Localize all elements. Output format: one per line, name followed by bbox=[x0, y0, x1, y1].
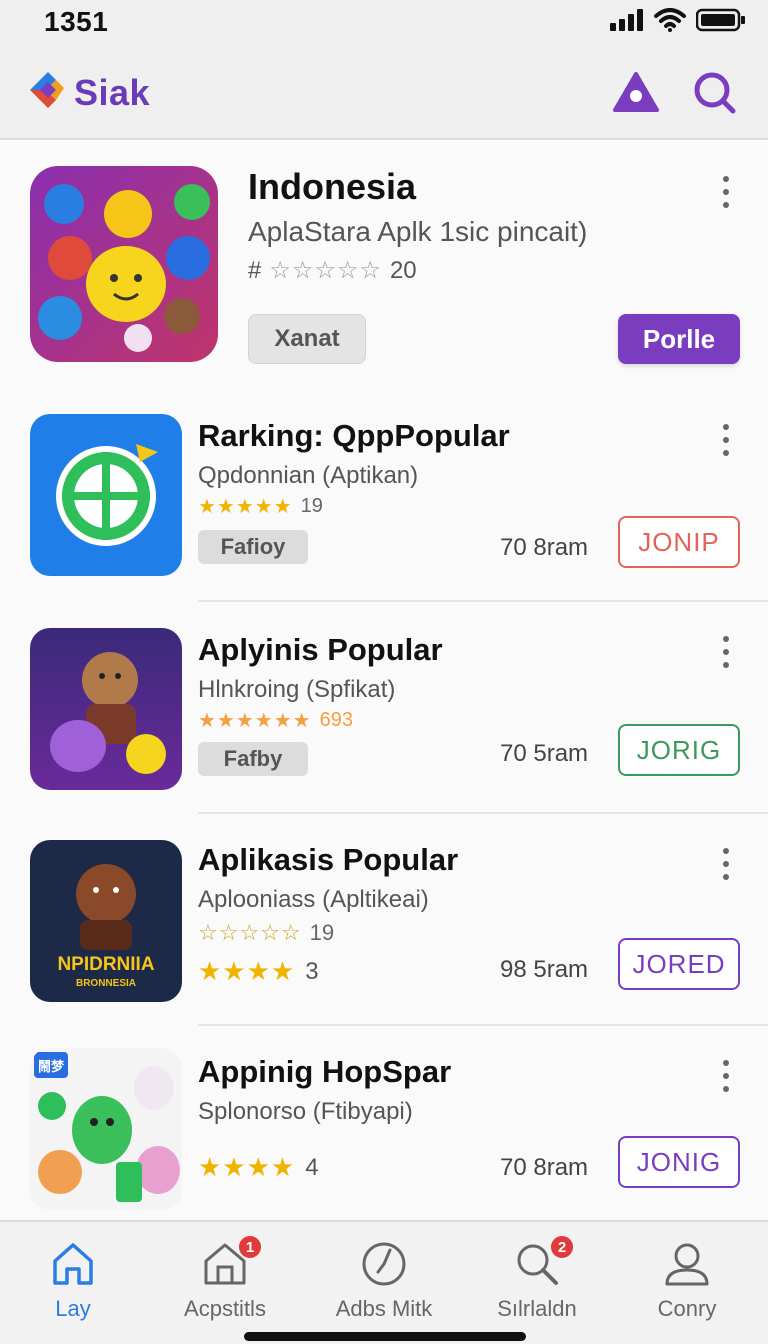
app-icon bbox=[30, 628, 182, 790]
rating-stars: ★★★★ bbox=[198, 1152, 296, 1182]
more-options-icon[interactable] bbox=[718, 632, 734, 672]
rating-count: 20 bbox=[389, 256, 417, 284]
category-tag: Fafioy bbox=[198, 530, 308, 564]
nav-item-home[interactable]: Lay bbox=[0, 1238, 148, 1322]
nav-item-store[interactable]: 1 Acpstitls bbox=[150, 1234, 300, 1322]
more-options-icon[interactable] bbox=[718, 844, 734, 884]
app-title: Aplyinis Popular bbox=[198, 632, 443, 667]
svg-text:NPIDRNIIA: NPIDRNIIA bbox=[57, 954, 154, 975]
app-size: 70 5ram bbox=[500, 740, 589, 767]
app-size: 98 5ram bbox=[500, 956, 589, 983]
app-rating: ★★★★★★ 693 bbox=[198, 708, 353, 733]
rating-prefix: # bbox=[248, 256, 262, 284]
app-icon: NPIDRNIIA BRONNESIA bbox=[30, 840, 182, 1002]
app-rating-secondary: ★★★★ 3 bbox=[198, 956, 319, 987]
more-options-icon[interactable] bbox=[718, 1056, 734, 1096]
bottom-nav: Lay 1 Acpstitls Adbs Mitk 2 Sılrlaldn Co… bbox=[0, 1220, 768, 1344]
notification-badge: 1 bbox=[237, 1234, 263, 1260]
featured-primary-button[interactable]: Porlle bbox=[618, 314, 740, 364]
app-rating: ☆☆☆☆☆ 19 bbox=[198, 920, 334, 946]
list-item[interactable]: Rarking: QppPopular Qpdonnian (Aptikan) … bbox=[0, 390, 768, 602]
more-options-icon[interactable] bbox=[718, 172, 734, 212]
home-indicator[interactable] bbox=[244, 1332, 526, 1341]
battery-icon bbox=[695, 8, 746, 37]
svg-text:鬧梦: 鬧梦 bbox=[38, 1059, 65, 1075]
app-list: Indonesia AplaStara Aplk 1sic pincait) #… bbox=[0, 142, 768, 1220]
rating-count: 4 bbox=[305, 1153, 319, 1181]
install-button[interactable]: JONIP bbox=[618, 516, 740, 568]
app-size: 70 8ram bbox=[500, 1154, 589, 1181]
featured-app-icon bbox=[30, 166, 218, 362]
app-icon bbox=[30, 414, 182, 576]
list-item[interactable]: Aplyinis Popular Hlnkroing (Spfikat) ★★★… bbox=[0, 602, 768, 814]
app-title: Aplikasis Popular bbox=[198, 842, 459, 877]
nav-label: Sılrlaldn bbox=[497, 1296, 577, 1321]
rating-stars: ★★★★★★ bbox=[198, 710, 312, 732]
home-icon bbox=[47, 1238, 99, 1290]
featured-app-subtitle: AplaStara Aplk 1sic pincait) bbox=[248, 216, 588, 247]
rating-count: 19 bbox=[309, 920, 335, 945]
nav-label: Adbs Mitk bbox=[335, 1296, 433, 1321]
app-subtitle: Aplooniass (Apltikeai) bbox=[198, 886, 429, 913]
featured-app-rating: # ☆☆☆☆☆ 20 bbox=[248, 256, 417, 285]
status-bar: 1351 bbox=[0, 0, 768, 48]
nav-label: Conry bbox=[657, 1296, 717, 1321]
wifi-icon bbox=[654, 8, 686, 37]
app-header: Siak bbox=[0, 48, 768, 140]
rating-count-secondary: 3 bbox=[305, 957, 319, 985]
app-title: Appinig HopSpar bbox=[198, 1054, 452, 1089]
nav-item-profile[interactable]: Conry bbox=[612, 1238, 762, 1322]
app-subtitle: Hlnkroing (Spfikat) bbox=[198, 676, 396, 703]
featured-secondary-button[interactable]: Xanat bbox=[248, 314, 366, 364]
rating-count: 19 bbox=[300, 495, 323, 517]
nav-label: Lay bbox=[55, 1296, 91, 1321]
install-button[interactable]: JONIG bbox=[618, 1136, 740, 1188]
account-icon bbox=[613, 71, 659, 117]
logo-icon bbox=[26, 66, 70, 119]
app-subtitle: Qpdonnian (Aptikan) bbox=[198, 462, 419, 489]
app-size: 70 8ram bbox=[500, 534, 589, 561]
category-tag: Fafby bbox=[198, 742, 308, 776]
featured-app-title: Indonesia bbox=[248, 166, 417, 207]
app-name: Siak bbox=[74, 71, 151, 113]
app-subtitle: Splonorso (Ftibyapi) bbox=[198, 1098, 413, 1125]
install-button[interactable]: JORIG bbox=[618, 724, 740, 776]
store-icon: 1 bbox=[199, 1234, 263, 1290]
nav-item-search[interactable]: 2 Sılrlaldn bbox=[462, 1234, 612, 1322]
notification-badge: 2 bbox=[549, 1234, 575, 1260]
rating-stars: ☆☆☆☆☆ bbox=[269, 257, 382, 284]
app-rating: ★★★★★ 19 bbox=[198, 494, 323, 519]
app-icon: 鬧梦 bbox=[30, 1048, 182, 1210]
install-button[interactable]: JORED bbox=[618, 938, 740, 990]
rating-stars: ☆☆☆☆☆ bbox=[198, 920, 302, 945]
svg-text:BRONNESIA: BRONNESIA bbox=[76, 978, 136, 989]
nav-label: Acpstitls bbox=[184, 1296, 266, 1321]
rating-stars-secondary: ★★★★ bbox=[198, 956, 296, 986]
more-options-icon[interactable] bbox=[718, 420, 734, 460]
list-item[interactable]: NPIDRNIIA BRONNESIA Aplikasis Popular Ap… bbox=[0, 814, 768, 1026]
account-button[interactable] bbox=[612, 70, 660, 118]
list-item[interactable]: 鬧梦 Appinig HopSpar Splonorso (Ftibyapi) … bbox=[0, 1026, 768, 1238]
app-rating: ★★★★ 4 bbox=[198, 1152, 319, 1183]
nav-item-activity[interactable]: Adbs Mitk bbox=[309, 1238, 459, 1322]
rating-stars: ★★★★★ bbox=[198, 496, 293, 518]
status-time: 1351 bbox=[44, 6, 109, 37]
status-icons bbox=[610, 8, 746, 37]
signal-icon bbox=[610, 9, 644, 36]
app-title: Rarking: QppPopular bbox=[198, 418, 510, 453]
search-icon: 2 bbox=[511, 1234, 575, 1290]
search-icon bbox=[692, 70, 736, 119]
profile-icon bbox=[661, 1238, 713, 1290]
search-button[interactable] bbox=[690, 70, 738, 118]
rating-count: 693 bbox=[319, 709, 353, 731]
featured-app-card[interactable]: Indonesia AplaStara Aplk 1sic pincait) #… bbox=[0, 142, 768, 390]
app-logo[interactable]: Siak bbox=[26, 66, 150, 119]
clock-icon bbox=[358, 1238, 410, 1290]
